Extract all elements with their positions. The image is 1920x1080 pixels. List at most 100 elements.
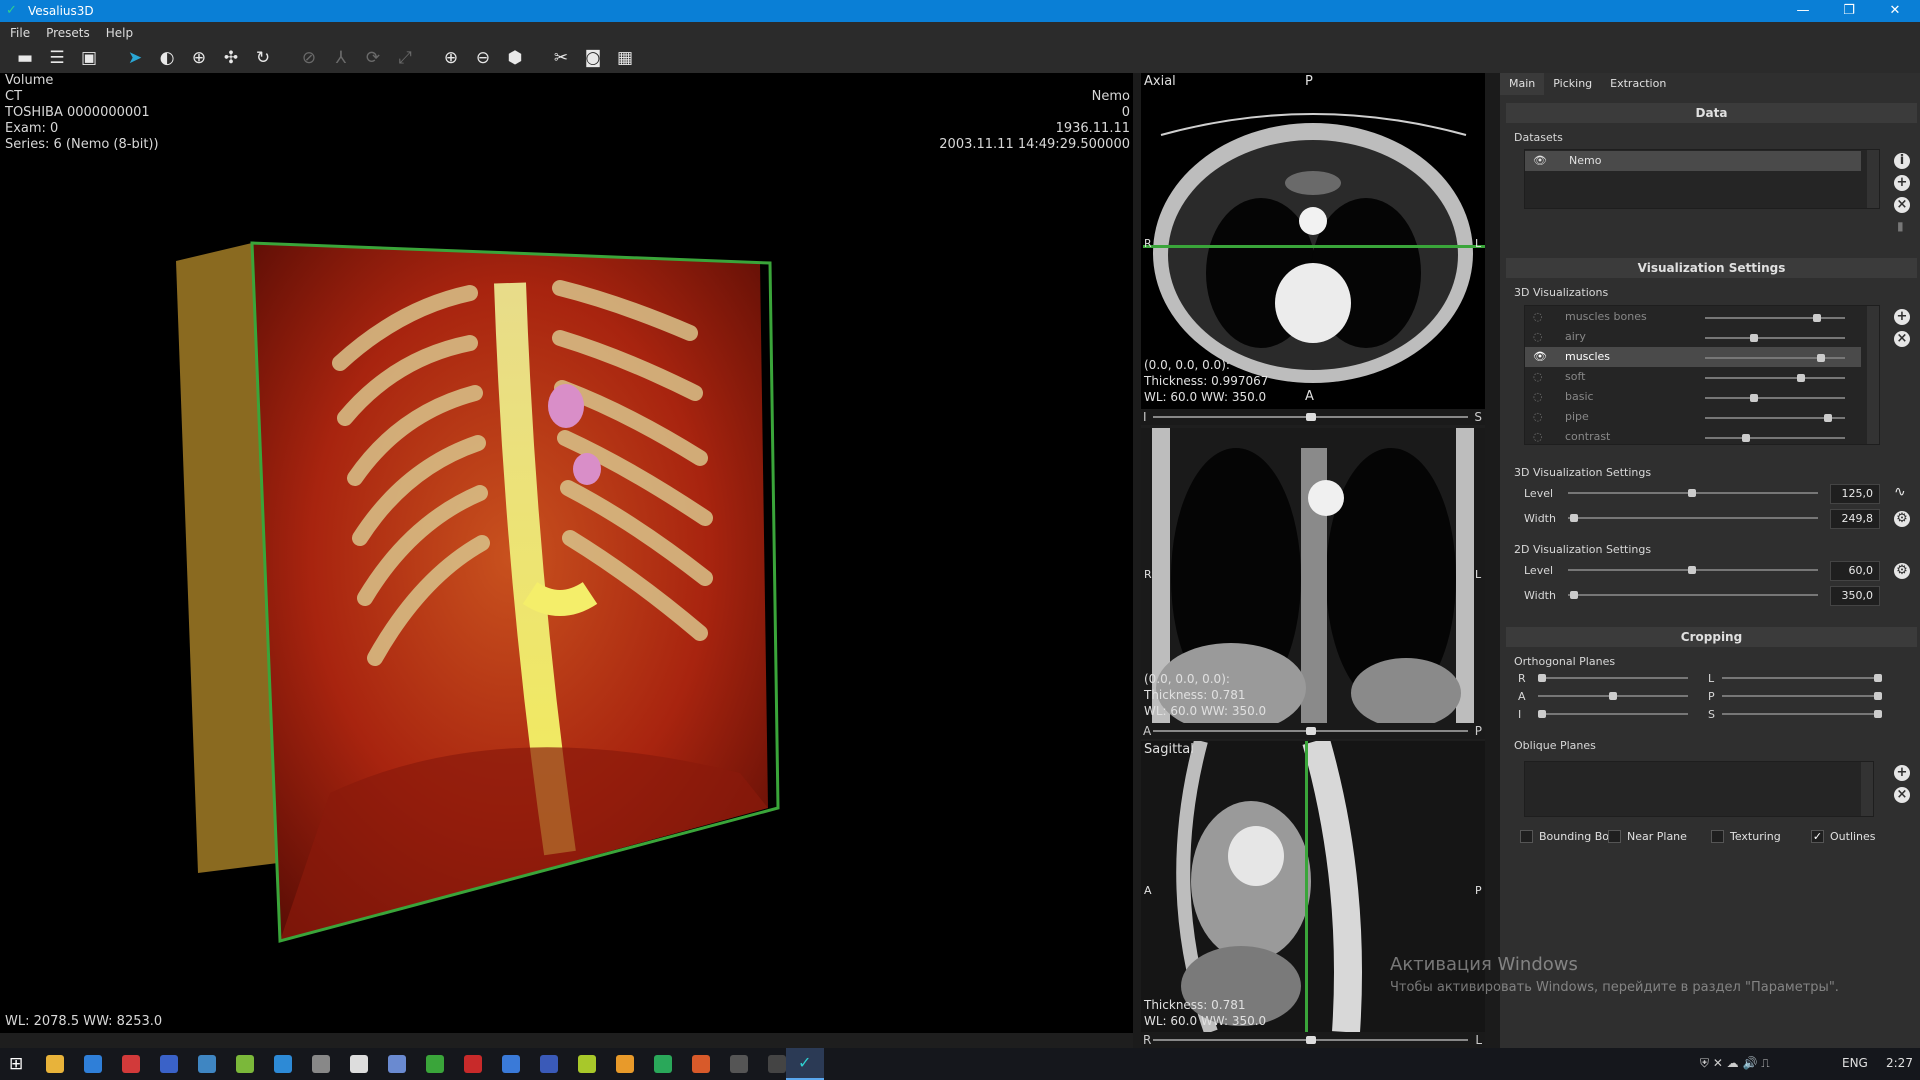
crop-slider[interactable] [1722, 713, 1882, 715]
windows-start-icon[interactable]: ⊞ [9, 1054, 23, 1074]
eye-hidden-icon[interactable]: ◌ [1533, 407, 1549, 427]
app-icon[interactable] [198, 1055, 216, 1073]
level-value-field[interactable]: 60,0 [1830, 561, 1880, 581]
app-icon[interactable] [388, 1055, 406, 1073]
restore-button[interactable]: ❐ [1826, 0, 1872, 22]
opacity-slider-knob[interactable] [1823, 414, 1832, 422]
crop-slider[interactable] [1538, 713, 1688, 715]
camera-icon[interactable]: ◙ [582, 47, 604, 69]
eye-icon[interactable]: 👁 [1533, 347, 1549, 367]
level-slider-knob[interactable] [1688, 566, 1696, 574]
view-splitter[interactable] [1133, 73, 1141, 1048]
visualization-item[interactable]: ◌ contrast [1525, 427, 1861, 447]
vesalius-taskbar-button[interactable]: ✓ [786, 1048, 824, 1080]
width-value-field[interactable]: 350,0 [1830, 586, 1880, 606]
panel-splitter[interactable] [1485, 73, 1500, 1048]
app-icon[interactable] [540, 1055, 558, 1073]
pointer-icon[interactable]: ➤ [124, 47, 146, 69]
eye-hidden-icon[interactable]: ◌ [1533, 387, 1549, 407]
menu-help[interactable]: Help [106, 26, 133, 40]
level-slider-knob[interactable] [1688, 489, 1696, 497]
crop-slider-knob[interactable] [1609, 692, 1617, 700]
gear-icon[interactable]: ⚙ [1894, 563, 1910, 579]
eye-icon[interactable]: 👁 [1533, 151, 1549, 171]
shield-icon[interactable] [312, 1055, 330, 1073]
tools-icon[interactable]: ✂ [550, 47, 572, 69]
save-icon[interactable]: ▣ [78, 47, 100, 69]
menu-presets[interactable]: Presets [46, 26, 90, 40]
width-slider-knob[interactable] [1570, 514, 1578, 522]
tray-icons[interactable]: ⛨ ✕ ☁ 🔊 ⎍ [1700, 1056, 1770, 1071]
opacity-slider[interactable] [1705, 317, 1845, 319]
opacity-slider[interactable] [1705, 437, 1845, 439]
width-slider-knob[interactable] [1570, 591, 1578, 599]
grid-icon[interactable]: ▦ [614, 47, 636, 69]
remove-icon[interactable]: × [1894, 197, 1910, 213]
width-value-field[interactable]: 249,8 [1830, 509, 1880, 529]
app-icon[interactable] [692, 1055, 710, 1073]
app-icon[interactable] [578, 1055, 596, 1073]
open-folder-icon[interactable]: ▬ [14, 47, 36, 69]
app-icon[interactable] [502, 1055, 520, 1073]
add-icon[interactable]: + [1894, 765, 1910, 781]
level-value-field[interactable]: 125,0 [1830, 484, 1880, 504]
vis3d-list[interactable]: ◌ muscles bones ◌ airy 👁 muscles ◌ soft ◌ basic ◌ p… [1524, 305, 1880, 445]
crop-slider-knob[interactable] [1538, 674, 1546, 682]
android-icon[interactable] [236, 1055, 254, 1073]
app-icon[interactable] [426, 1055, 444, 1073]
tab-picking[interactable]: Picking [1544, 73, 1601, 95]
ban-icon[interactable]: ⊘ [298, 47, 320, 69]
crop-slider-knob[interactable] [1874, 674, 1882, 682]
app-icon[interactable] [654, 1055, 672, 1073]
file-explorer-icon[interactable] [46, 1055, 64, 1073]
firefox-icon[interactable] [274, 1055, 292, 1073]
contrast-icon[interactable]: ◐ [156, 47, 178, 69]
oblique-planes-list[interactable] [1524, 761, 1874, 817]
remove-icon[interactable]: × [1894, 331, 1910, 347]
crop-slider-knob[interactable] [1874, 710, 1882, 718]
app-icon[interactable] [122, 1055, 140, 1073]
menu-file[interactable]: File [10, 26, 30, 40]
visualization-item[interactable]: ◌ airy [1525, 327, 1861, 347]
checkbox[interactable] [1711, 830, 1724, 843]
zoom-out-icon[interactable]: ⊖ [472, 47, 494, 69]
checkbox[interactable] [1520, 830, 1533, 843]
measure-icon[interactable]: ⤢ [394, 47, 416, 69]
tab-extraction[interactable]: Extraction [1601, 73, 1675, 95]
opacity-slider[interactable] [1705, 337, 1845, 339]
layers-icon[interactable]: ☰ [46, 47, 68, 69]
slider-knob[interactable] [1306, 1036, 1316, 1044]
app-icon[interactable] [350, 1055, 368, 1073]
width-slider[interactable] [1568, 594, 1818, 596]
oblique-scrollbar[interactable] [1861, 762, 1873, 816]
clock[interactable]: 2:27 [1886, 1056, 1913, 1070]
split-icon[interactable]: ⅄ [330, 47, 352, 69]
refresh-icon[interactable]: ⟳ [362, 47, 384, 69]
crop-slider-knob[interactable] [1874, 692, 1882, 700]
width-slider[interactable] [1568, 517, 1818, 519]
datasets-scrollbar[interactable] [1867, 150, 1879, 208]
dataset-item[interactable]: 👁 Nemo [1525, 151, 1861, 171]
datasets-list[interactable]: 👁 Nemo [1524, 149, 1880, 209]
opacity-slider-knob[interactable] [1813, 314, 1822, 322]
close-button[interactable]: ✕ [1872, 0, 1918, 22]
opacity-slider-knob[interactable] [1749, 394, 1758, 402]
crosshair-icon[interactable]: ⊕ [188, 47, 210, 69]
crop-slider[interactable] [1722, 677, 1882, 679]
slider-knob[interactable] [1306, 727, 1316, 735]
opacity-slider-knob[interactable] [1797, 374, 1806, 382]
slider-knob[interactable] [1306, 413, 1316, 421]
axial-slice-slider[interactable]: I S [1141, 409, 1485, 425]
vis3d-scrollbar[interactable] [1867, 306, 1879, 444]
opacity-slider[interactable] [1705, 377, 1845, 379]
browser-icon[interactable] [84, 1055, 102, 1073]
checkbox[interactable]: ✓ [1811, 830, 1824, 843]
add-icon[interactable]: + [1894, 309, 1910, 325]
axial-view[interactable]: Axial P R L (0.0, 0.0, 0.0): Thickness: … [1141, 73, 1485, 409]
remove-icon[interactable]: × [1894, 787, 1910, 803]
opacity-slider-knob[interactable] [1749, 334, 1758, 342]
app-icon[interactable] [160, 1055, 178, 1073]
info-icon[interactable]: i [1894, 153, 1910, 169]
checkbox[interactable] [1608, 830, 1621, 843]
app-icon[interactable] [768, 1055, 786, 1073]
